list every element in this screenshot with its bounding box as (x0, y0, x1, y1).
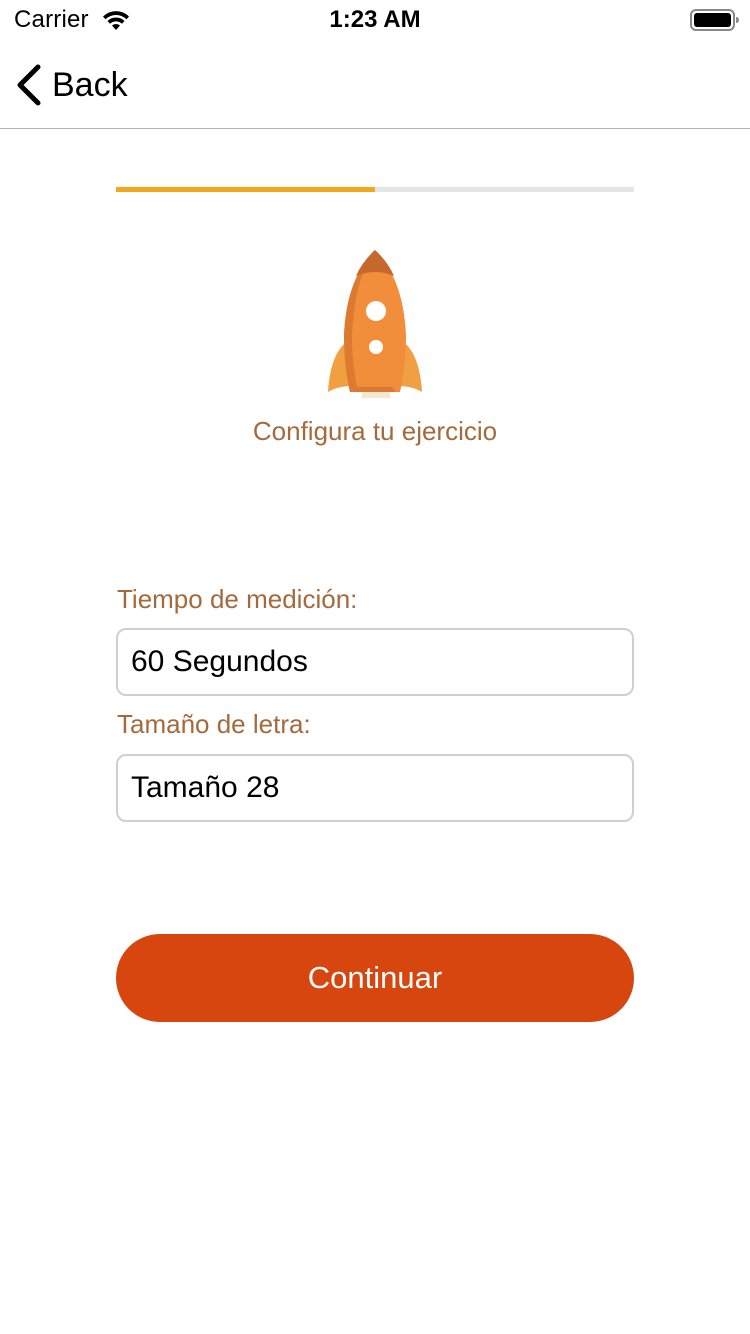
battery-icon (690, 9, 739, 31)
back-label: Back (52, 65, 128, 104)
screen: Carrier 1:23 AM Back Configura tu ejerci… (0, 0, 750, 1334)
back-button[interactable]: Back (14, 62, 128, 108)
page-subtitle: Configura tu ejercicio (252, 416, 498, 446)
clock-time: 1:23 AM (329, 6, 421, 33)
rocket-icon (328, 250, 422, 398)
progress-fill (116, 187, 375, 192)
continue-button[interactable]: Continuar (116, 934, 634, 1022)
time-label: Tiempo de medición: (117, 584, 358, 614)
continue-button-label: Continuar (307, 960, 443, 995)
time-select-field[interactable]: 60 Segundos (116, 628, 634, 696)
font-size-label: Tamaño de letra: (117, 709, 311, 739)
progress-track (116, 187, 634, 192)
font-size-select-value: Tamaño 28 (131, 771, 280, 804)
time-select-value: 60 Segundos (131, 645, 308, 678)
navigation-bar: Back (0, 40, 750, 129)
status-bar: Carrier 1:23 AM (0, 0, 750, 40)
chevron-left-icon (17, 64, 41, 106)
font-size-select-field[interactable]: Tamaño 28 (116, 754, 634, 822)
